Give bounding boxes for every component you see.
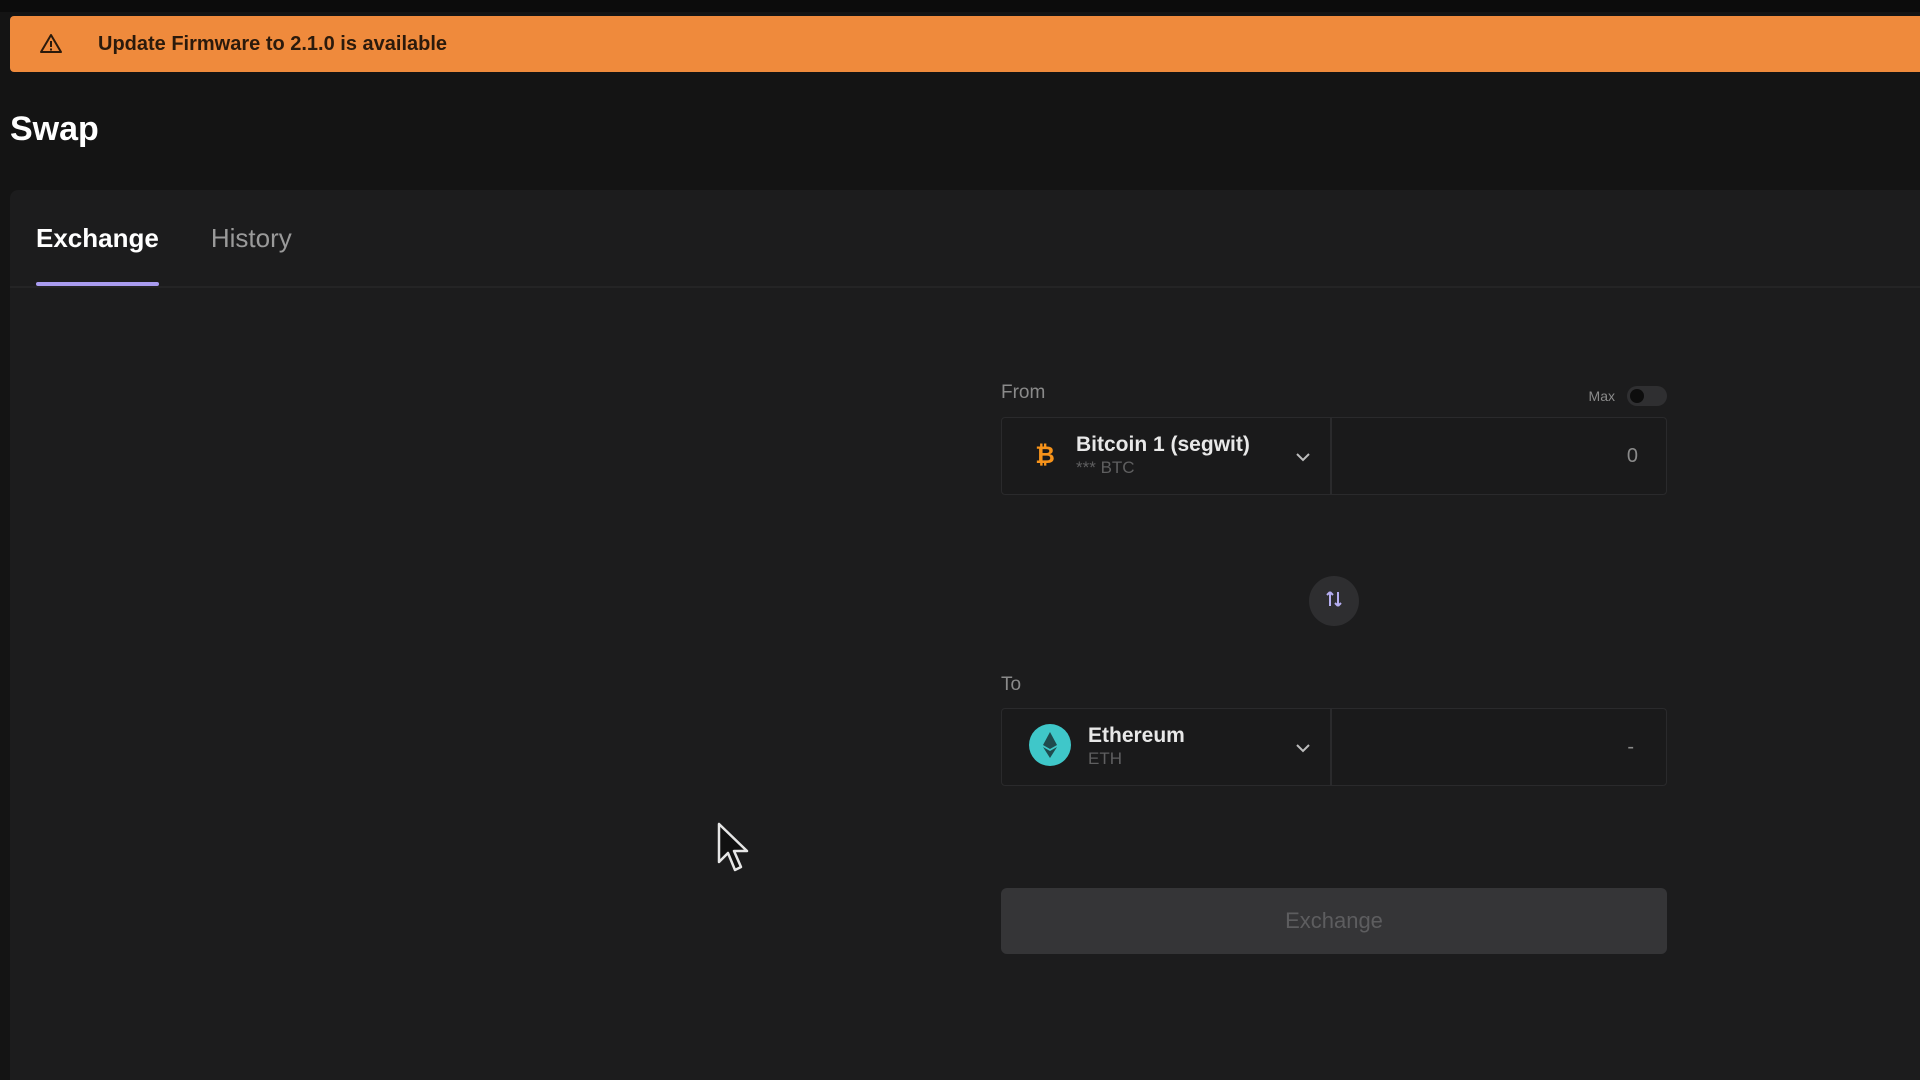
tab-bar: Exchange History [36, 190, 344, 286]
page-title: Swap [10, 110, 99, 148]
swap-arrows-icon [1322, 587, 1346, 616]
to-asset-name: Ethereum [1088, 724, 1185, 747]
from-amount-input[interactable] [1332, 418, 1666, 494]
tab-exchange[interactable]: Exchange [36, 190, 159, 286]
svg-text:₿: ₿ [1035, 441, 1055, 469]
to-row: Ethereum ETH - [1001, 708, 1667, 786]
from-label: From [1001, 382, 1046, 403]
max-toggle[interactable] [1627, 386, 1667, 406]
warning-icon [38, 31, 64, 57]
from-row: ₿ Bitcoin 1 (segwit) *** BTC [1001, 417, 1667, 495]
from-asset-ticker: *** BTC [1076, 458, 1135, 477]
chevron-down-icon [1292, 446, 1314, 468]
from-asset-select[interactable]: ₿ Bitcoin 1 (segwit) *** BTC [1002, 418, 1332, 494]
ethereum-icon [1028, 723, 1072, 772]
to-label: To [1001, 674, 1022, 695]
to-asset-select[interactable]: Ethereum ETH [1002, 709, 1332, 785]
banner-text: Update Firmware to 2.1.0 is available [98, 32, 448, 55]
to-amount-value: - [1627, 735, 1634, 758]
chevron-down-icon [1292, 737, 1314, 759]
from-asset-name: Bitcoin 1 (segwit) [1076, 433, 1250, 456]
tab-history[interactable]: History [211, 190, 292, 286]
bitcoin-icon: ₿ [1032, 439, 1058, 474]
max-label: Max [1588, 388, 1615, 404]
max-control: Max [1589, 386, 1667, 406]
swap-direction-button[interactable] [1309, 576, 1359, 626]
toggle-knob [1630, 389, 1644, 403]
mouse-cursor-icon [716, 822, 752, 876]
to-asset-ticker: ETH [1088, 749, 1122, 768]
exchange-button[interactable]: Exchange [1001, 888, 1667, 954]
swap-form: From Max ₿ Bitcoin 1 (segwit) *** BTC 0 … [1001, 0, 1667, 1080]
